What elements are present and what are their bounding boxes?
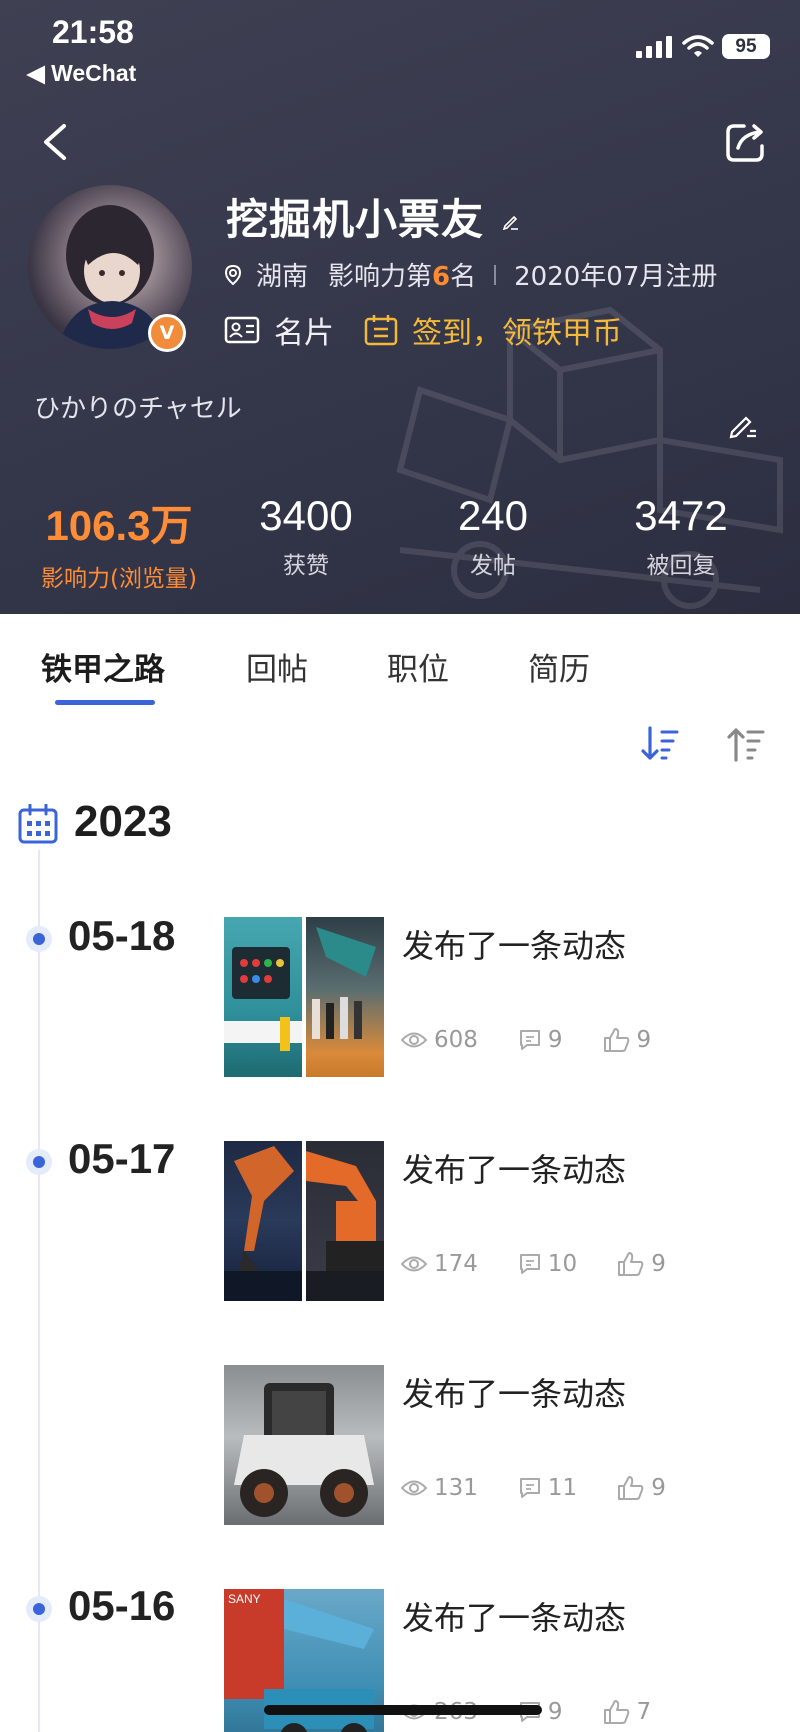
share-icon[interactable] (722, 118, 770, 166)
tab-resume[interactable]: 简历 (528, 644, 590, 689)
comment-icon (519, 1254, 540, 1274)
business-card-label: 名片 (274, 316, 334, 351)
timeline-dot (26, 1596, 52, 1622)
comments-count: 11 (518, 1475, 577, 1501)
thumbs-up-icon (603, 1028, 629, 1052)
post-stats: 131 11 9 (400, 1475, 666, 1501)
stat-influence[interactable]: 106.3万 影响力(浏览量) (24, 492, 214, 593)
comment-icon (519, 1030, 540, 1050)
checkin-button[interactable]: 签到，领铁甲币 (364, 308, 622, 352)
sort-ascending-icon[interactable] (726, 724, 766, 764)
eye-icon (400, 1480, 428, 1496)
influence-rank: 影响力第6名 (328, 262, 477, 292)
status-icons: 95 (636, 34, 770, 59)
post-thumbnails[interactable] (224, 917, 384, 1077)
svg-text:SANY: SANY (228, 1592, 261, 1606)
sort-descending-icon[interactable] (640, 724, 680, 764)
post-stats: 174 10 9 (400, 1251, 666, 1277)
comment-icon (519, 1478, 540, 1498)
profile-info-row: 湖南 影响力第6名 2020年07月注册 (224, 256, 717, 293)
views-count: 608 (400, 1027, 478, 1053)
post-card[interactable]: 发布了一条动态 174 10 9 (224, 1141, 784, 1301)
post-photo[interactable] (306, 917, 384, 1077)
home-indicator[interactable] (264, 1705, 542, 1715)
eye-icon (400, 1256, 428, 1272)
post-card[interactable]: 发布了一条动态 608 9 9 (224, 917, 784, 1077)
post-card[interactable]: 发布了一条动态 131 11 9 (224, 1365, 784, 1525)
stat-value: 240 (457, 492, 529, 539)
location-text: 湖南 (256, 262, 309, 292)
likes-count: 9 (617, 1475, 666, 1501)
views-count: 174 (400, 1251, 478, 1277)
post-thumbnails[interactable] (224, 1141, 384, 1301)
location-icon (224, 264, 242, 285)
return-to-wechat[interactable]: ◀ WeChat (27, 60, 136, 87)
stat-label: 获赞 (283, 553, 329, 579)
stat-value: 106.3万 (45, 502, 193, 549)
timeline-date: 05-18 (68, 912, 176, 959)
verified-badge: V (148, 314, 186, 352)
tab-tiejia-road[interactable]: 铁甲之路 (41, 644, 165, 689)
eye-icon (400, 1032, 428, 1048)
timeline-year: 2023 (74, 797, 172, 846)
edit-signature-icon[interactable] (728, 410, 758, 440)
timeline-date: 05-17 (68, 1135, 176, 1182)
username: 挖掘机小票友 (226, 195, 485, 244)
post-thumbnails[interactable] (224, 1365, 384, 1525)
signal-icon (636, 35, 672, 58)
post-photo[interactable] (224, 1365, 384, 1525)
stat-label: 发帖 (470, 553, 516, 579)
wifi-icon (682, 34, 714, 57)
tab-jobs[interactable]: 职位 (387, 644, 449, 689)
stat-posts[interactable]: 240 发帖 (398, 492, 588, 580)
edit-name-icon[interactable] (502, 212, 520, 230)
timeline-dot (26, 1149, 52, 1175)
divider (494, 264, 497, 285)
stat-value: 3400 (259, 492, 353, 539)
post-title: 发布了一条动态 (402, 1375, 627, 1413)
post-photo[interactable] (224, 917, 302, 1077)
stat-label: 被回复 (646, 553, 716, 579)
thumbs-up-icon (618, 1252, 644, 1276)
stat-replies[interactable]: 3472 被回复 (586, 492, 776, 580)
post-photo[interactable] (306, 1141, 384, 1301)
checkin-calendar-icon (364, 315, 398, 346)
signature-text: ひかりのチャセル (34, 394, 242, 424)
likes-count: 7 (603, 1699, 651, 1725)
timeline-date: 05-16 (68, 1582, 176, 1629)
likes-count: 9 (603, 1027, 651, 1053)
stat-value: 3472 (634, 492, 728, 539)
active-tab-indicator (55, 700, 155, 705)
checkin-label: 签到，领铁甲币 (412, 316, 622, 351)
post-title: 发布了一条动态 (402, 927, 627, 965)
timeline-dot (26, 926, 52, 952)
battery-indicator: 95 (722, 34, 770, 59)
id-card-icon (224, 316, 260, 344)
stat-likes[interactable]: 3400 获赞 (211, 492, 401, 580)
post-photo[interactable] (224, 1141, 302, 1301)
profile-actions: 名片 签到，领铁甲币 (224, 308, 622, 352)
profile-header: 21:58 ◀ WeChat 95 V 挖掘机小票友 湖南 影响力第6名 202… (0, 0, 800, 614)
post-stats: 608 9 9 (400, 1027, 651, 1053)
views-count: 131 (400, 1475, 478, 1501)
comments-count: 9 (518, 1027, 563, 1053)
stat-label: 影响力(浏览量) (41, 566, 197, 592)
comments-count: 10 (518, 1251, 577, 1277)
status-time: 21:58 (52, 14, 134, 50)
registered-date: 2020年07月注册 (514, 262, 718, 292)
calendar-icon (18, 804, 58, 844)
post-title: 发布了一条动态 (402, 1151, 627, 1189)
business-card-button[interactable]: 名片 (224, 308, 334, 352)
tab-replies[interactable]: 回帖 (246, 644, 308, 689)
thumbs-up-icon (618, 1476, 644, 1500)
thumbs-up-icon (603, 1700, 629, 1724)
profile-tabs: 铁甲之路 回帖 职位 简历 (0, 614, 800, 714)
back-arrow-icon[interactable] (36, 118, 76, 166)
likes-count: 9 (617, 1251, 666, 1277)
post-title: 发布了一条动态 (402, 1599, 627, 1637)
